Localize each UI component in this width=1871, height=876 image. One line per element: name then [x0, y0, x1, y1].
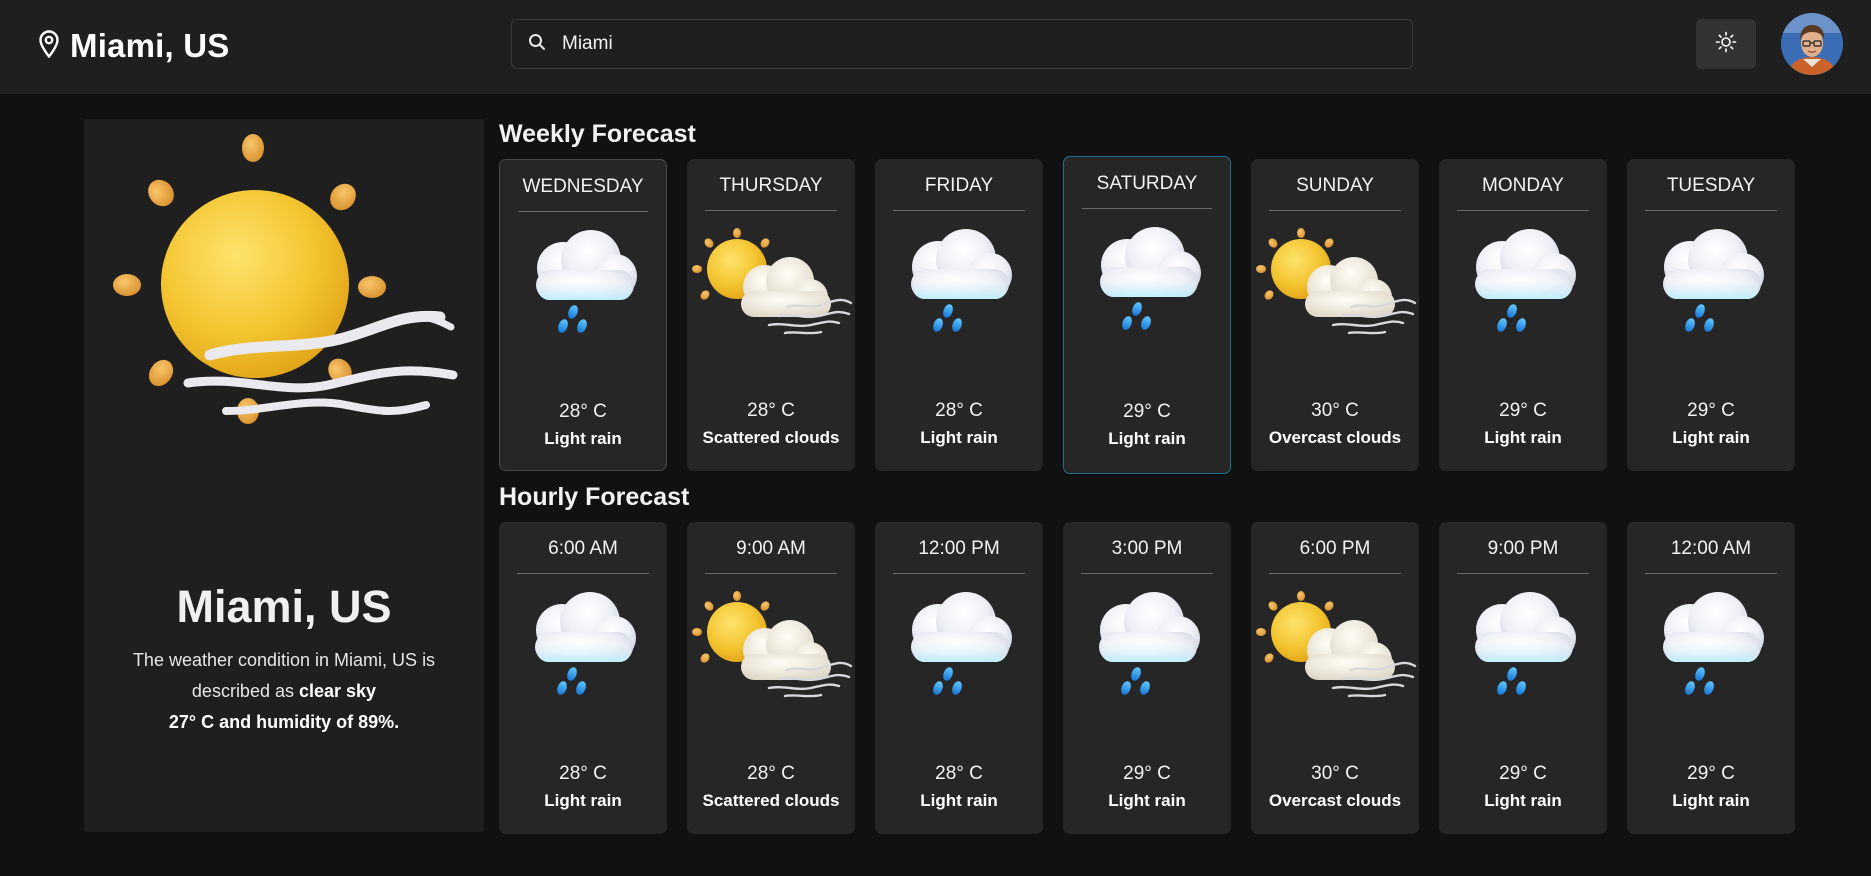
rain-cloud-icon [499, 582, 667, 712]
condition-label: Scattered clouds [702, 791, 840, 810]
rain-cloud-icon [500, 220, 668, 350]
time-label: 12:00 PM [893, 536, 1025, 574]
weekly-forecast-row: Wednesday 28° C Light rain Thursday 28° C S… [499, 156, 1795, 474]
theme-toggle-button[interactable] [1696, 19, 1756, 69]
condition-label: Light rain [1672, 428, 1750, 447]
temperature: 28° C [559, 401, 607, 422]
rain-cloud-icon [875, 582, 1043, 712]
weekly-forecast-card[interactable]: Saturday 29° C Light rain [1063, 156, 1231, 474]
day-label: Tuesday [1645, 173, 1777, 211]
condition-label: Light rain [1108, 429, 1186, 448]
current-weather-description: The weather condition in Miami, US is de… [114, 645, 454, 738]
temperature: 28° C [935, 400, 983, 421]
hourly-forecast-title: Hourly Forecast [499, 483, 690, 511]
condition-label: Light rain [1484, 428, 1562, 447]
time-label: 12:00 AM [1645, 536, 1777, 574]
weekly-forecast-title: Weekly Forecast [499, 120, 696, 148]
hourly-forecast-card[interactable]: 12:00 PM 28° C Light rain [875, 522, 1043, 834]
condition-label: Light rain [920, 791, 998, 810]
time-label: 6:00 PM [1269, 536, 1401, 574]
hourly-forecast-card[interactable]: 6:00 AM 28° C Light rain [499, 522, 667, 834]
weekly-forecast-card[interactable]: Friday 28° C Light rain [875, 159, 1043, 471]
hourly-forecast-card[interactable]: 9:00 AM 28° C Scattered clouds [687, 522, 855, 834]
temperature: 29° C [1499, 763, 1547, 784]
hourly-forecast-card[interactable]: 9:00 PM 29° C Light rain [1439, 522, 1607, 834]
temperature: 29° C [1123, 763, 1171, 784]
location-title: Miami, US [70, 27, 230, 64]
temperature: 30° C [1311, 400, 1359, 421]
temperature: 30° C [1311, 763, 1359, 784]
current-city-name: Miami, US [176, 581, 392, 632]
current-weather-panel: Miami, US The weather condition in Miami… [84, 119, 484, 832]
condition-label: Light rain [1484, 791, 1562, 810]
condition-label: Overcast clouds [1268, 428, 1402, 447]
temperature: 28° C [935, 763, 983, 784]
condition-label: Scattered clouds [702, 428, 840, 447]
search-icon [528, 33, 562, 56]
partly-cloudy-wind-icon [1251, 582, 1419, 712]
day-label: Monday [1457, 173, 1589, 211]
rain-cloud-icon [1063, 582, 1231, 712]
time-label: 9:00 PM [1457, 536, 1589, 574]
description-detail: 27° C and humidity of 89%. [168, 712, 400, 732]
sun-with-wind-icon [96, 127, 476, 427]
partly-cloudy-wind-icon [687, 219, 855, 349]
hourly-forecast-card[interactable]: 6:00 PM 30° C Overcast clouds [1251, 522, 1419, 834]
temperature: 29° C [1499, 400, 1547, 421]
top-bar: Miami, US [0, 0, 1871, 94]
temperature: 29° C [1687, 400, 1735, 421]
weekly-forecast-card[interactable]: Wednesday 28° C Light rain [499, 159, 667, 471]
description-condition: clear sky [299, 681, 377, 701]
condition-label: Light rain [544, 429, 622, 448]
search-input[interactable] [562, 33, 1382, 55]
day-label: Wednesday [518, 174, 648, 212]
location-heading: Miami, US [38, 24, 230, 68]
hourly-forecast-card[interactable]: 3:00 PM 29° C Light rain [1063, 522, 1231, 834]
weekly-forecast-card[interactable]: Tuesday 29° C Light rain [1627, 159, 1795, 471]
condition-label: Light rain [920, 428, 998, 447]
rain-cloud-icon [1439, 219, 1607, 349]
description-prefix: The weather condition in Miami, US is de… [132, 650, 436, 701]
time-label: 9:00 AM [705, 536, 837, 574]
temperature: 29° C [1123, 401, 1171, 422]
temperature: 28° C [747, 763, 795, 784]
time-label: 6:00 AM [517, 536, 649, 574]
condition-label: Light rain [1108, 791, 1186, 810]
weekly-forecast-card[interactable]: Sunday 30° C Overcast clouds [1251, 159, 1419, 471]
temperature: 28° C [559, 763, 607, 784]
rain-cloud-icon [1439, 582, 1607, 712]
search-box[interactable] [511, 19, 1413, 69]
rain-cloud-icon [1627, 582, 1795, 712]
weekly-forecast-card[interactable]: Thursday 28° C Scattered clouds [687, 159, 855, 471]
hourly-forecast-card[interactable]: 12:00 AM 29° C Light rain [1627, 522, 1795, 834]
user-avatar[interactable] [1781, 13, 1843, 75]
temperature: 29° C [1687, 763, 1735, 784]
hourly-forecast-row: 6:00 AM 28° C Light rain 9:00 AM 28° C Scat… [499, 522, 1795, 834]
day-label: Saturday [1082, 171, 1212, 209]
rain-cloud-icon [1627, 219, 1795, 349]
rain-cloud-icon [1064, 217, 1232, 347]
condition-label: Overcast clouds [1268, 791, 1402, 810]
partly-cloudy-wind-icon [687, 582, 855, 712]
rain-cloud-icon [875, 219, 1043, 349]
condition-label: Light rain [544, 791, 622, 810]
temperature: 28° C [747, 400, 795, 421]
day-label: Thursday [705, 173, 837, 211]
day-label: Friday [893, 173, 1025, 211]
time-label: 3:00 PM [1081, 536, 1213, 574]
location-pin-icon [38, 29, 60, 63]
partly-cloudy-wind-icon [1251, 219, 1419, 349]
weekly-forecast-card[interactable]: Monday 29° C Light rain [1439, 159, 1607, 471]
sun-icon [1715, 31, 1737, 58]
day-label: Sunday [1269, 173, 1401, 211]
condition-label: Light rain [1672, 791, 1750, 810]
